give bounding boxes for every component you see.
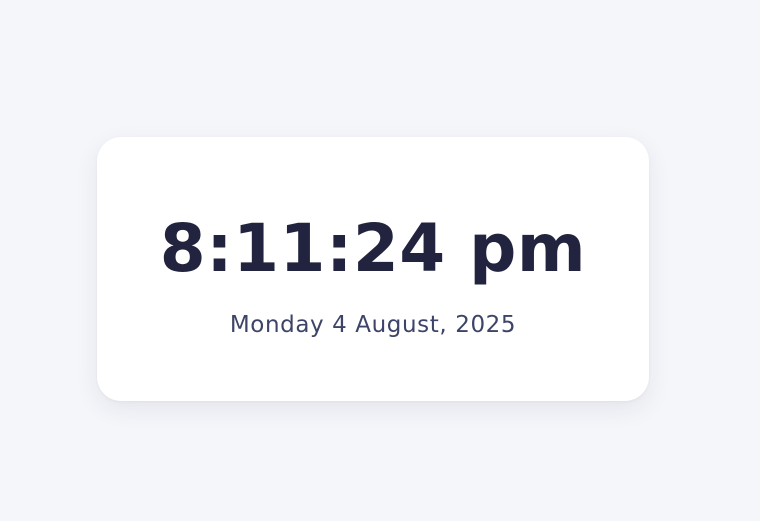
clock-date: Monday 4 August, 2025 [229, 312, 517, 338]
clock-card: 8:11:24 pm Monday 4 August, 2025 [97, 137, 649, 401]
clock-time: 8:11:24 pm [159, 210, 587, 287]
clock-page: 8:11:24 pm Monday 4 August, 2025 [0, 0, 760, 521]
